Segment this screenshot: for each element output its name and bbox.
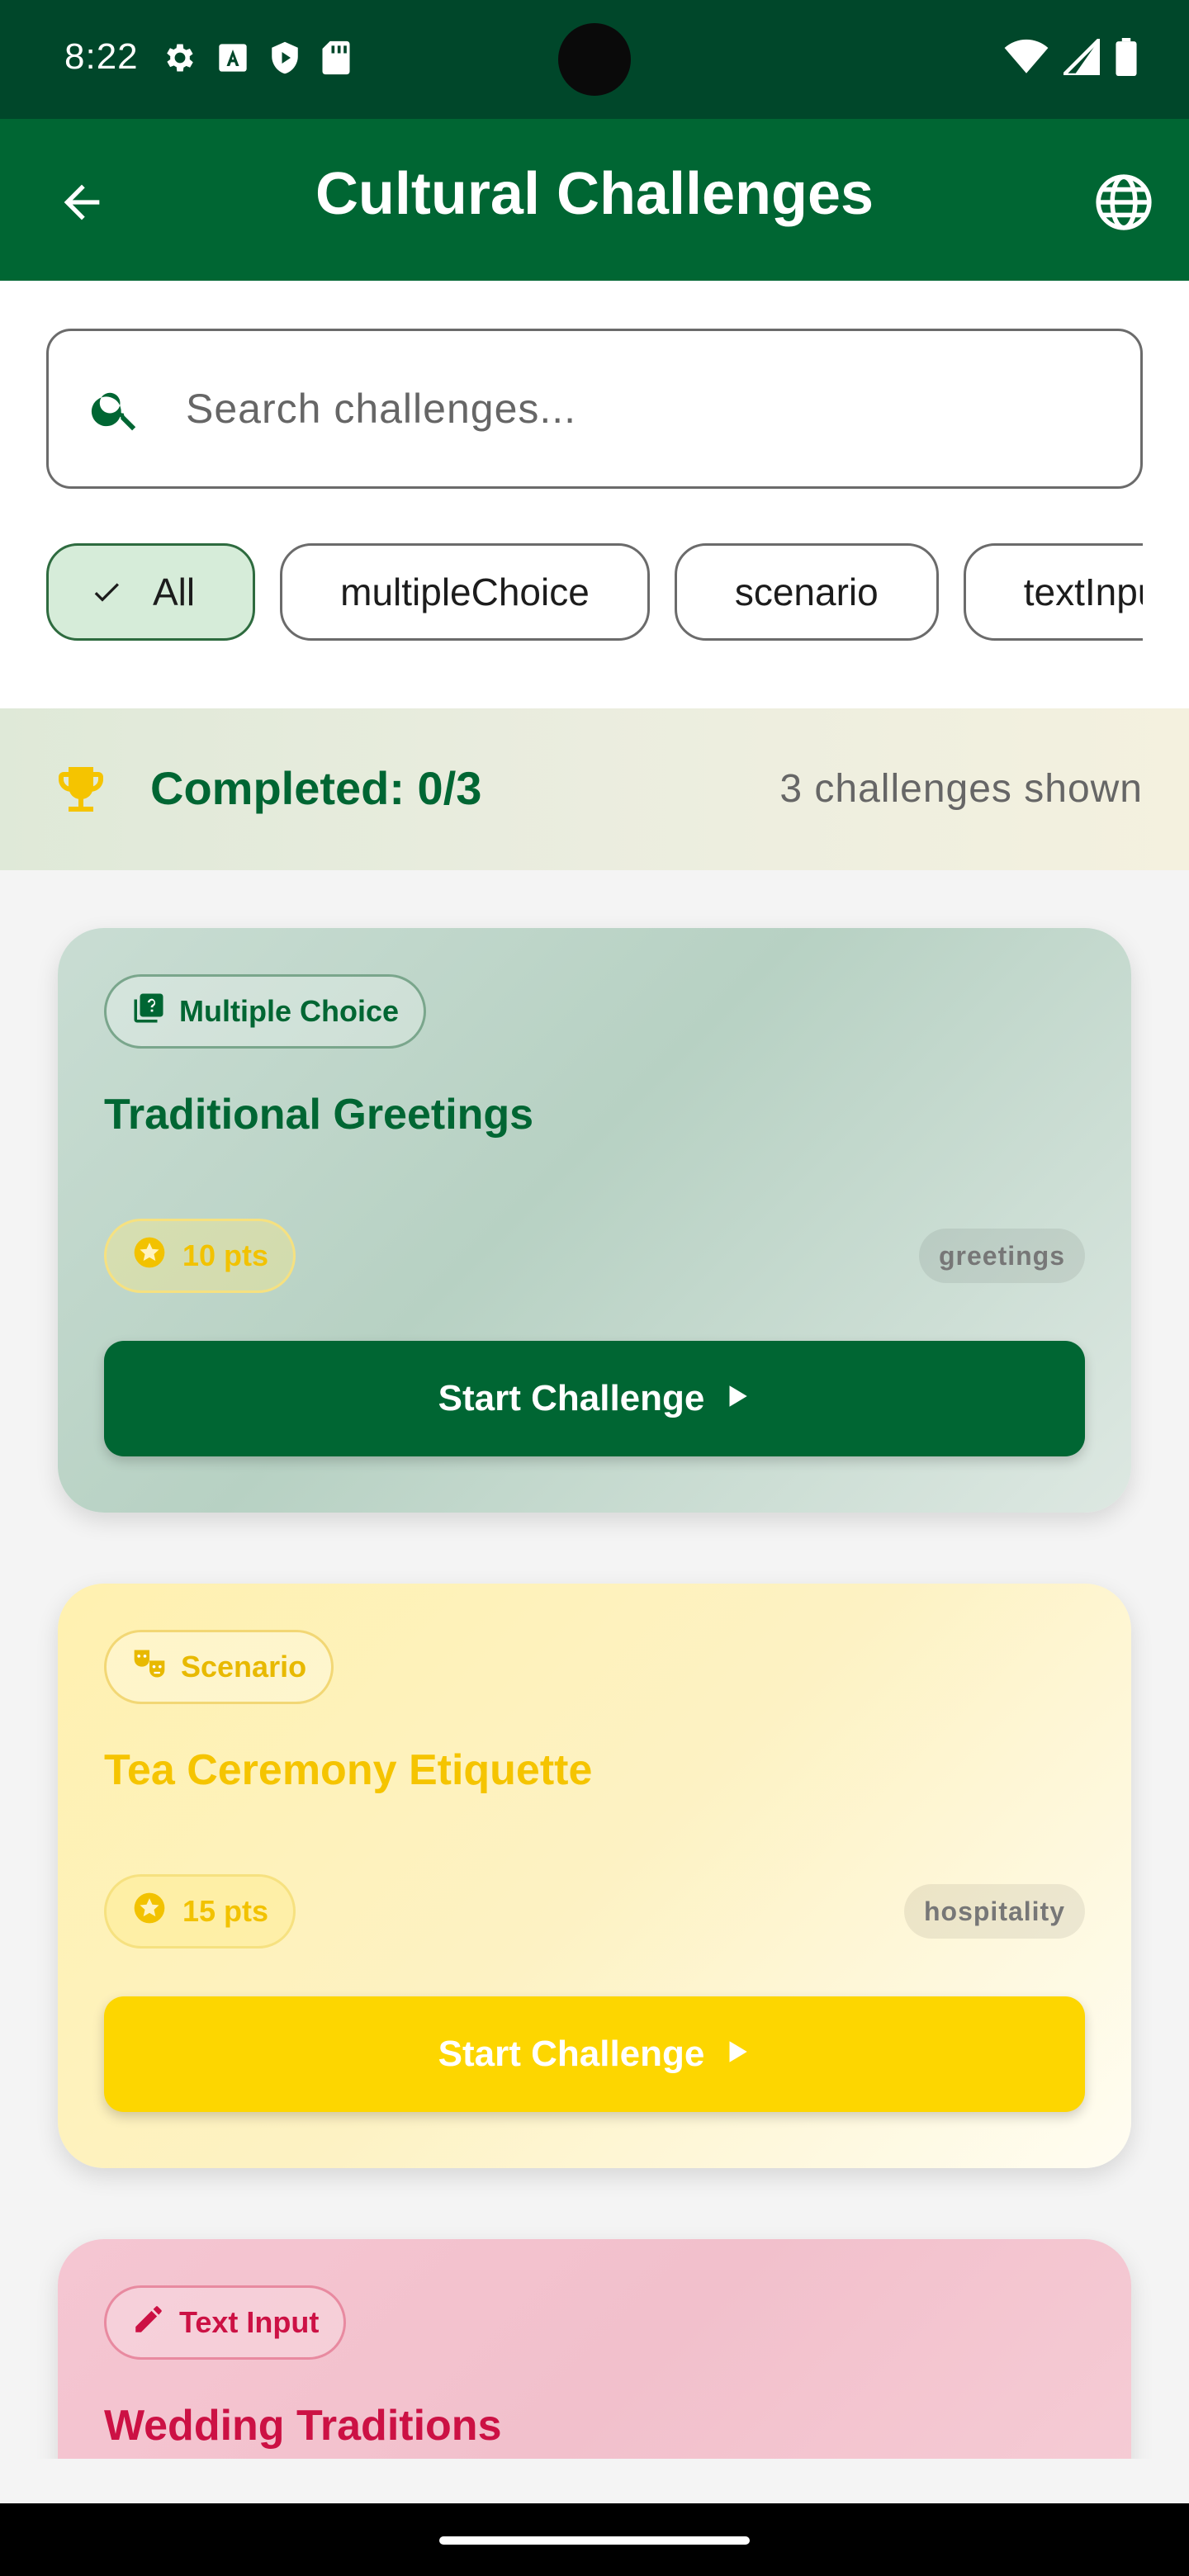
- battery-icon: [1115, 38, 1138, 80]
- type-label: Scenario: [181, 1650, 307, 1683]
- star-coin-icon: [131, 1234, 168, 1278]
- shield-play-icon: [268, 40, 302, 80]
- filter-chip-scenario[interactable]: scenario: [674, 543, 939, 641]
- challenge-title: Traditional Greetings: [104, 1091, 534, 1139]
- globe-icon: [1093, 172, 1154, 237]
- star-coin-icon: [131, 1890, 168, 1934]
- sd-card-icon: [320, 40, 352, 80]
- challenge-card[interactable]: Scenario Tea Ceremony Etiquette 15 pts h…: [58, 1584, 1131, 2168]
- points-label: 15 pts: [182, 1894, 269, 1928]
- page-title: Cultural Challenges: [315, 161, 874, 227]
- search-icon: [87, 380, 144, 438]
- points-badge: 15 pts: [104, 1874, 296, 1949]
- wifi-icon: [1004, 39, 1049, 79]
- play-icon: [722, 2034, 751, 2075]
- type-badge: Multiple Choice: [104, 974, 427, 1049]
- chip-label: textInput: [1023, 571, 1143, 613]
- status-time: 8:22: [64, 36, 139, 77]
- status-icons-right: [1004, 34, 1138, 80]
- start-challenge-button[interactable]: Start Challenge: [104, 1341, 1085, 1456]
- challenge-title: Wedding Traditions: [104, 2402, 502, 2450]
- gear-icon: [162, 40, 198, 80]
- search-placeholder: Search challenges...: [186, 386, 577, 432]
- font-download-icon: [216, 41, 249, 78]
- theater-masks-icon: [131, 1646, 168, 1689]
- search-input[interactable]: Search challenges...: [46, 329, 1143, 489]
- trophy-icon: [51, 760, 111, 819]
- chip-label: All: [153, 571, 196, 613]
- type-badge: Text Input: [104, 2285, 347, 2360]
- front-camera: [558, 23, 631, 96]
- category-tag: hospitality: [903, 1884, 1085, 1939]
- list-bottom-edge: [0, 2459, 1189, 2503]
- type-label: Text Input: [179, 2305, 320, 2339]
- challenge-card[interactable]: Multiple Choice Traditional Greetings 10…: [58, 928, 1131, 1513]
- progress-summary: Completed: 0/3 3 challenges shown: [0, 708, 1189, 870]
- filter-area: Search challenges... All multipleChoice …: [0, 281, 1189, 708]
- app-bar: Cultural Challenges: [0, 119, 1189, 281]
- points-badge: 10 pts: [104, 1219, 296, 1293]
- points-label: 10 pts: [182, 1238, 269, 1272]
- chip-label: scenario: [734, 571, 879, 613]
- filter-chip-multiple-choice[interactable]: multipleChoice: [280, 543, 650, 641]
- language-button[interactable]: [1087, 167, 1161, 241]
- play-icon: [722, 1378, 751, 1419]
- button-label: Start Challenge: [438, 1378, 705, 1418]
- category-tag: greetings: [918, 1229, 1085, 1283]
- filter-chip-all[interactable]: All: [46, 543, 256, 641]
- status-icons-left: [162, 40, 352, 80]
- pencil-icon: [131, 2302, 166, 2344]
- home-gesture-handle[interactable]: [439, 2536, 750, 2545]
- filter-chip-text-input[interactable]: textInput: [963, 543, 1143, 641]
- button-label: Start Challenge: [438, 2034, 705, 2074]
- check-icon: [90, 575, 123, 608]
- challenge-title: Tea Ceremony Etiquette: [104, 1746, 593, 1794]
- quiz-icon: [131, 991, 166, 1033]
- completed-count: Completed: 0/3: [150, 762, 482, 814]
- type-label: Multiple Choice: [179, 994, 400, 1028]
- filter-chips: All multipleChoice scenario textInput: [46, 543, 1143, 646]
- status-bar: 8:22: [0, 0, 1189, 119]
- system-nav-bar: [0, 2503, 1189, 2576]
- type-badge: Scenario: [104, 1630, 334, 1704]
- signal-icon: [1059, 34, 1102, 79]
- start-challenge-button[interactable]: Start Challenge: [104, 1996, 1085, 2112]
- chip-label: multipleChoice: [340, 571, 590, 613]
- challenges-shown-count: 3 challenges shown: [779, 767, 1143, 811]
